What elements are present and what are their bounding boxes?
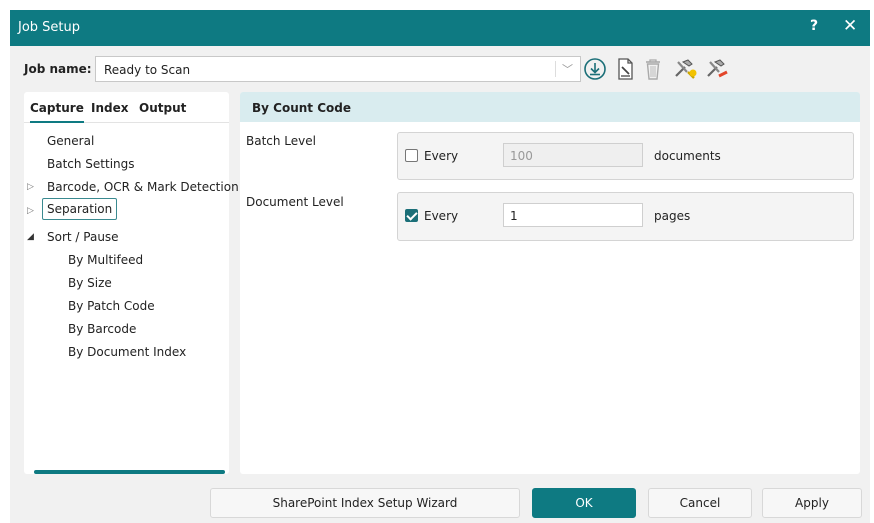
batch-unit-label: documents [654, 149, 721, 163]
batch-level-group: Every 100 documents [397, 132, 854, 180]
tree-item-batch-settings[interactable]: Batch Settings [47, 157, 135, 171]
document-every-label: Every [424, 209, 459, 223]
document-unit-label: pages [654, 209, 691, 223]
edit-document-icon[interactable] [612, 56, 638, 82]
document-count-input[interactable]: 1 [503, 203, 643, 227]
window-title: Job Setup [18, 20, 81, 35]
tree-item-general[interactable]: General [47, 134, 94, 148]
apply-button[interactable]: Apply [762, 488, 862, 518]
expand-icon[interactable]: ▷ [27, 206, 34, 216]
job-setup-dialog: Job Setup ? ✕ Job name: Ready to Scan ﹀ … [10, 10, 870, 523]
batch-count-input[interactable]: 100 [503, 143, 643, 167]
job-name-row: Job name: Ready to Scan ﹀ [20, 56, 860, 82]
job-name-value: Ready to Scan [104, 63, 191, 77]
tree-item-sort-pause[interactable]: Sort / Pause [47, 230, 119, 244]
ok-button[interactable]: OK [532, 488, 636, 518]
document-level-group: Every 1 pages [397, 192, 854, 241]
download-icon[interactable] [582, 56, 608, 82]
tab-output[interactable]: Output [139, 101, 186, 115]
tree-item-separation-label: Separation [47, 202, 113, 216]
panel-header: By Count Code [240, 92, 860, 122]
close-button[interactable]: ✕ [843, 16, 857, 36]
collapse-icon[interactable]: ◢ [27, 232, 34, 242]
tree-item-separation[interactable]: Separation [42, 198, 118, 220]
expand-icon[interactable]: ▷ [27, 182, 34, 192]
horizontal-scrollbar[interactable] [34, 470, 225, 474]
trash-icon[interactable] [640, 56, 666, 82]
batch-every-checkbox[interactable] [405, 149, 418, 162]
batch-level-label: Batch Level [246, 134, 316, 148]
job-name-combobox[interactable]: Ready to Scan ﹀ [95, 56, 581, 82]
batch-every-label: Every [424, 149, 459, 163]
tree-item-barcode-ocr[interactable]: Barcode, OCR & Mark Detection [47, 180, 239, 194]
document-every-checkbox[interactable] [405, 209, 418, 222]
tree-item-by-multifeed[interactable]: By Multifeed [68, 253, 143, 267]
job-name-label: Job name: [24, 62, 92, 76]
document-level-label: Document Level [246, 195, 344, 209]
tab-strip: Capture Index Output [24, 92, 229, 123]
combo-separator [555, 61, 556, 77]
cancel-button[interactable]: Cancel [648, 488, 752, 518]
settings-panel: By Count Code Batch Level Every 100 docu… [240, 92, 860, 474]
help-button[interactable]: ? [810, 18, 818, 34]
tree-item-by-barcode[interactable]: By Barcode [68, 322, 136, 336]
sharepoint-wizard-button[interactable]: SharePoint Index Setup Wizard [210, 488, 520, 518]
tools-remove-icon[interactable] [704, 56, 730, 82]
panel-title: By Count Code [252, 101, 351, 115]
chevron-down-icon[interactable]: ﹀ [562, 61, 573, 77]
tab-capture[interactable]: Capture [30, 101, 84, 123]
title-bar: Job Setup ? ✕ [10, 10, 870, 46]
tools-add-icon[interactable] [672, 56, 698, 82]
tab-index[interactable]: Index [91, 101, 128, 115]
tree-item-by-size[interactable]: By Size [68, 276, 112, 290]
tree-item-by-patch-code[interactable]: By Patch Code [68, 299, 155, 313]
tree-item-by-document-index[interactable]: By Document Index [68, 345, 186, 359]
navigation-panel: Capture Index Output General Batch Setti… [24, 92, 239, 474]
